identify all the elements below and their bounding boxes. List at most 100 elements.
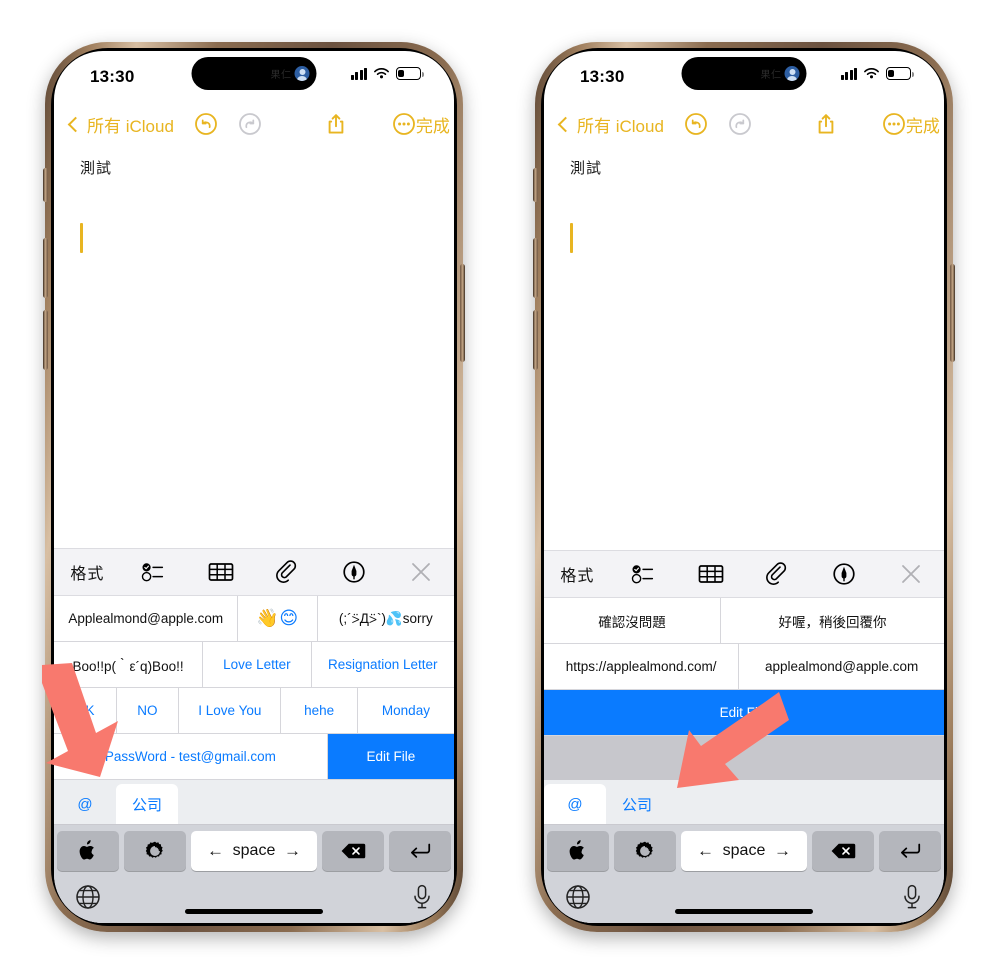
cursor-right-arrow[interactable]: → <box>774 841 791 861</box>
edit-file-button[interactable]: Edit File <box>544 690 944 735</box>
attachment-button[interactable] <box>254 560 321 584</box>
suggestion-item[interactable]: https://applealmond.com/ <box>544 644 740 689</box>
text-replacement-suggestions-left: Applealmond@apple.com 👋😊 (;´⍩Д⍩`)💦sorry … <box>54 596 454 780</box>
cursor-left-arrow[interactable]: ← <box>697 841 714 861</box>
volume-up-button[interactable] <box>43 238 48 298</box>
cellular-signal-icon <box>350 67 367 80</box>
microphone-icon[interactable] <box>411 884 433 910</box>
apple-logo-key[interactable] <box>547 831 609 871</box>
return-key[interactable] <box>389 831 451 871</box>
suggestion-item[interactable]: Applealmond@apple.com <box>54 596 239 641</box>
format-button[interactable]: 格式 <box>54 560 121 584</box>
candidate-company[interactable]: 公司 <box>606 784 669 824</box>
redo-icon <box>239 113 261 135</box>
note-body[interactable]: 測試 <box>544 145 944 550</box>
note-body[interactable]: 測試 <box>54 145 454 548</box>
back-to-all-icloud-button[interactable]: 所有 iCloud <box>557 112 664 137</box>
suggestion-item[interactable]: 👋😊 <box>238 596 318 641</box>
dynamic-island[interactable]: 果仁 <box>681 57 807 90</box>
delete-key[interactable] <box>322 831 384 871</box>
markup-button[interactable] <box>811 562 878 586</box>
suggestion-item[interactable]: hehe <box>281 688 358 733</box>
candidate-at[interactable]: @ <box>544 784 606 824</box>
redo-icon <box>729 113 751 135</box>
checklist-icon <box>631 565 654 584</box>
checklist-button[interactable] <box>121 561 188 583</box>
text-caret <box>570 223 573 253</box>
share-icon[interactable] <box>324 112 348 136</box>
suggestion-item[interactable]: Boo!!p(｀ε´q)Boo!! <box>54 642 204 687</box>
checklist-button[interactable] <box>611 563 678 585</box>
battery-icon <box>886 67 914 80</box>
apple-logo-icon <box>79 840 94 860</box>
apple-logo-key[interactable] <box>57 831 119 871</box>
volume-down-button[interactable] <box>533 310 538 370</box>
candidate-company[interactable]: 公司 <box>116 784 179 824</box>
screenshot-stage: 13:30 果仁 所有 iCloud 完成 測試 格式 Applealmond@… <box>0 0 1000 977</box>
person-avatar-icon <box>294 66 310 81</box>
suggestion-item[interactable]: applealmond@apple.com <box>739 644 944 689</box>
action-button[interactable] <box>533 168 538 202</box>
table-button[interactable] <box>677 563 744 585</box>
globe-icon[interactable] <box>75 884 101 910</box>
suggestion-item[interactable]: Monday <box>358 688 454 733</box>
home-indicator[interactable] <box>675 909 813 914</box>
undo-icon[interactable] <box>684 112 708 136</box>
format-label: 格式 <box>70 566 105 583</box>
share-icon[interactable] <box>814 112 838 136</box>
suggestion-item[interactable]: Resignation Letter <box>312 642 454 687</box>
suggestion-item[interactable]: I Love You <box>179 688 282 733</box>
format-label: 格式 <box>560 568 595 585</box>
cursor-right-arrow[interactable]: → <box>284 841 301 861</box>
status-bar: 13:30 果仁 <box>54 51 454 103</box>
settings-gear-key[interactable] <box>124 831 186 871</box>
suggestion-item[interactable]: OK <box>54 688 117 733</box>
wifi-icon <box>374 68 389 79</box>
space-label: space <box>722 842 766 859</box>
suggestion-item[interactable]: NO <box>117 688 180 733</box>
edit-file-button[interactable]: Edit File <box>327 734 454 779</box>
undo-icon[interactable] <box>194 112 218 136</box>
suggestion-row: 確認沒問題 好喔，稍後回覆你 <box>544 598 944 644</box>
keyboard-candidate-bar-left: @ 公司 <box>54 780 454 825</box>
space-key[interactable]: ← space → <box>681 831 807 871</box>
volume-up-button[interactable] <box>533 238 538 298</box>
power-button[interactable] <box>460 264 465 362</box>
globe-icon[interactable] <box>565 884 591 910</box>
done-button[interactable]: 完成 <box>416 112 450 137</box>
return-icon <box>411 843 431 858</box>
delete-key[interactable] <box>812 831 874 871</box>
table-button[interactable] <box>187 561 254 583</box>
power-button[interactable] <box>950 264 955 362</box>
volume-down-button[interactable] <box>43 310 48 370</box>
suggestion-item[interactable]: PassWord - test@gmail.com <box>54 734 328 779</box>
suggestion-item[interactable]: 好喔，稍後回覆你 <box>721 598 944 643</box>
table-icon <box>698 565 724 583</box>
dynamic-island[interactable]: 果仁 <box>191 57 317 90</box>
action-button[interactable] <box>43 168 48 202</box>
more-ellipsis-icon[interactable] <box>392 112 416 136</box>
back-to-all-icloud-button[interactable]: 所有 iCloud <box>67 112 174 137</box>
attachment-button[interactable] <box>744 562 811 586</box>
close-toolbar-button[interactable] <box>877 563 944 585</box>
return-key[interactable] <box>879 831 941 871</box>
candidate-at[interactable]: @ <box>54 784 116 824</box>
close-x-icon <box>411 563 430 581</box>
suggestion-row: OK NO I Love You hehe Monday <box>54 688 454 734</box>
back-label: 所有 iCloud <box>577 116 664 136</box>
markup-button[interactable] <box>321 560 388 584</box>
suggestion-item[interactable]: 確認沒問題 <box>544 598 721 643</box>
format-button[interactable]: 格式 <box>544 562 611 586</box>
home-indicator[interactable] <box>185 909 323 914</box>
cursor-left-arrow[interactable]: ← <box>207 841 224 861</box>
settings-gear-key[interactable] <box>614 831 676 871</box>
suggestion-item[interactable]: Love Letter <box>203 642 312 687</box>
note-title: 測試 <box>80 160 113 177</box>
close-toolbar-button[interactable] <box>387 561 454 583</box>
suggestion-item[interactable]: (;´⍩Д⍩`)💦sorry <box>318 596 454 641</box>
more-ellipsis-icon[interactable] <box>882 112 906 136</box>
microphone-icon[interactable] <box>901 884 923 910</box>
keyboard-candidate-bar-right: @ 公司 <box>544 780 944 825</box>
done-button[interactable]: 完成 <box>906 112 940 137</box>
space-key[interactable]: ← space → <box>191 831 317 871</box>
